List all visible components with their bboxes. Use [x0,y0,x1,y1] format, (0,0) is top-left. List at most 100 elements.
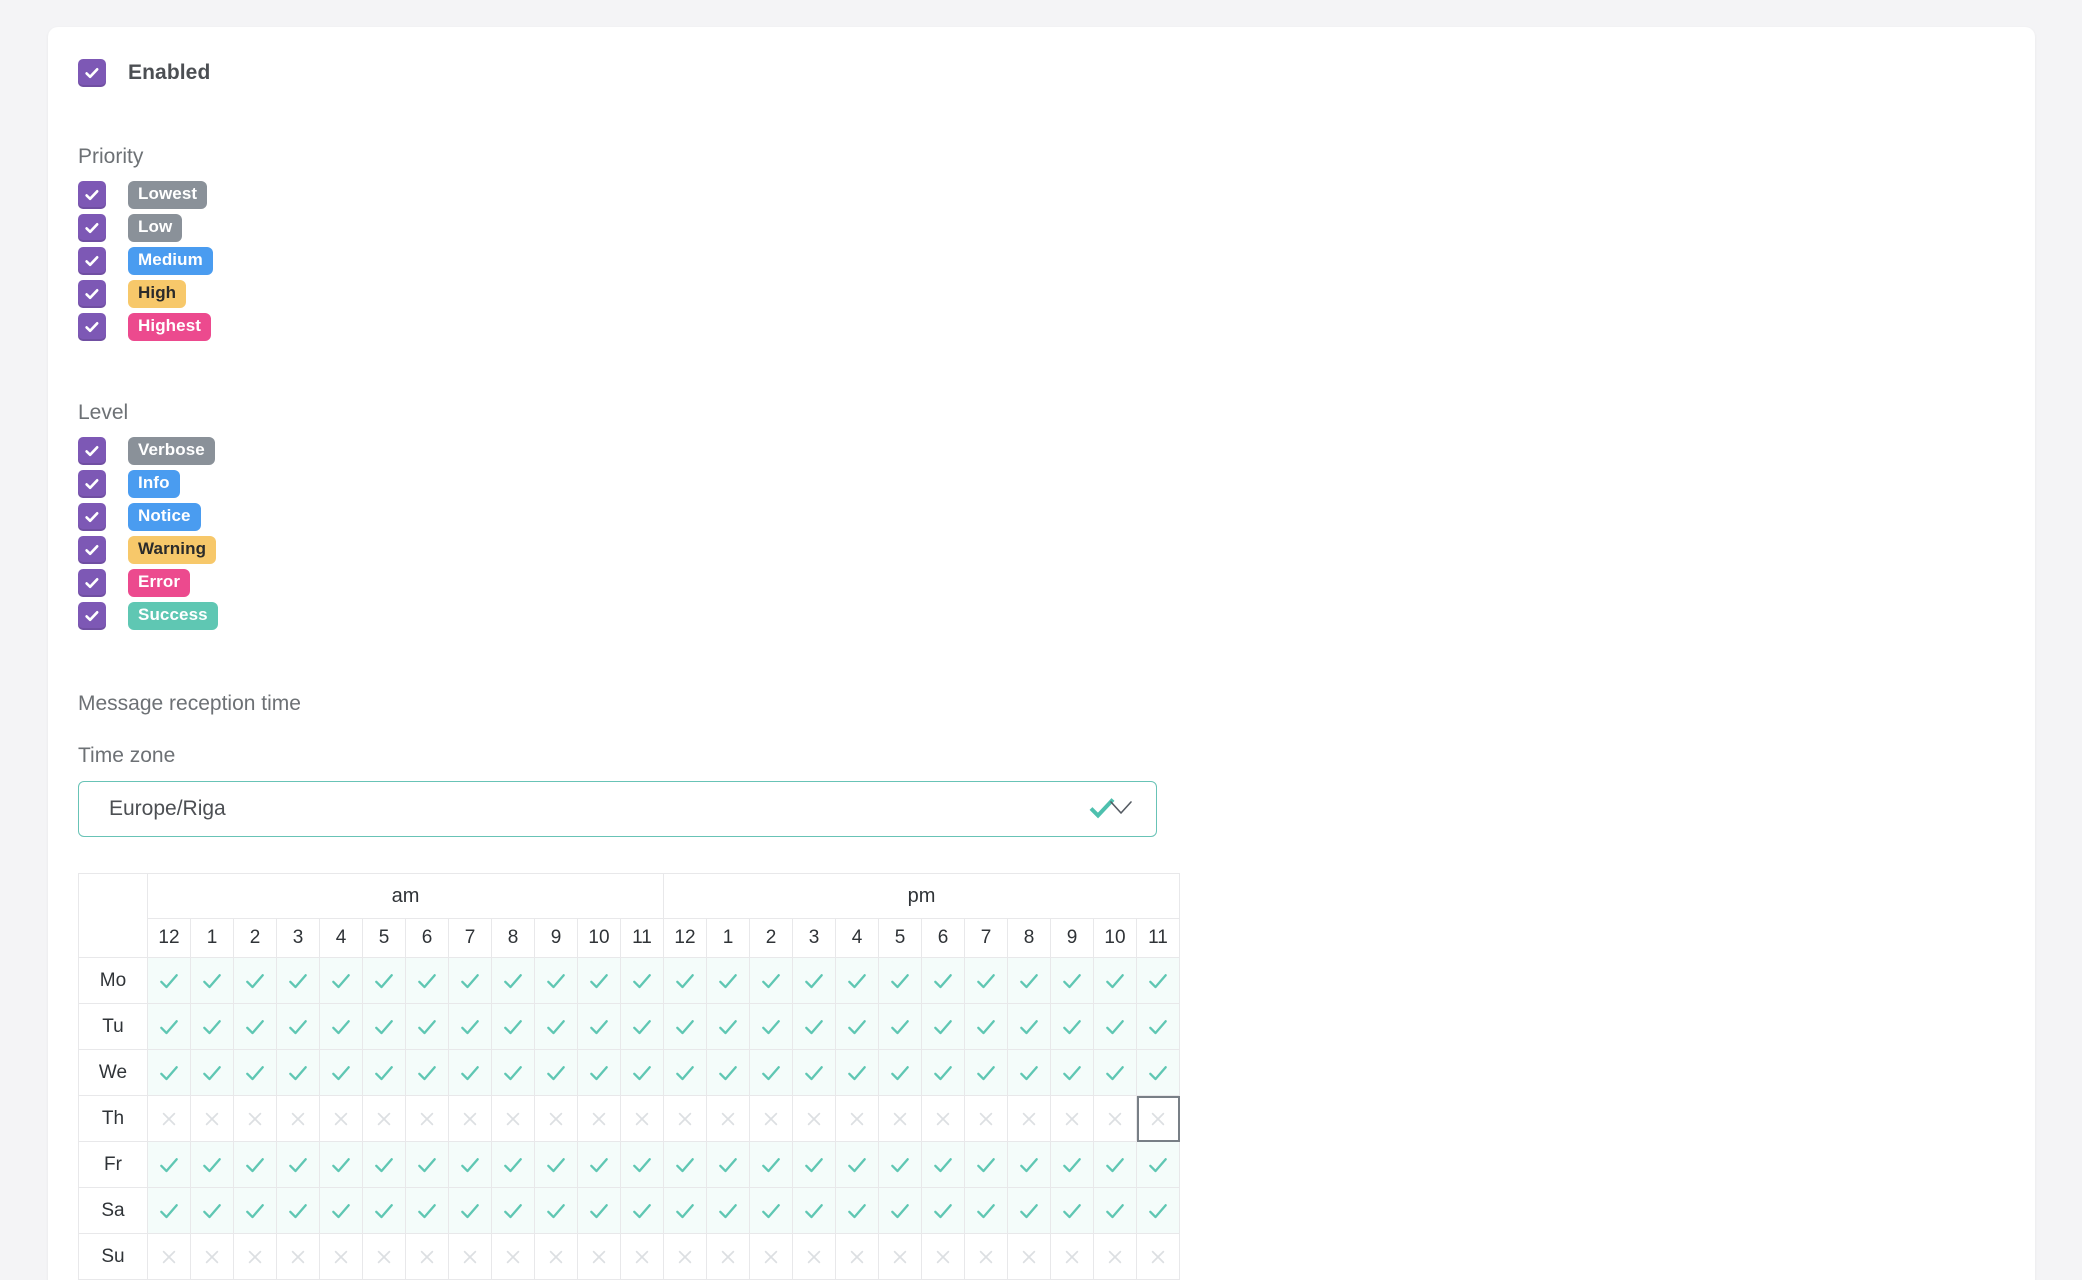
schedule-cell[interactable] [319,1187,363,1234]
level-checkbox[interactable] [78,602,106,630]
schedule-cell[interactable] [921,957,965,1004]
schedule-cell[interactable] [749,1233,793,1280]
schedule-cell[interactable] [491,1095,535,1142]
schedule-cell[interactable] [1050,957,1094,1004]
schedule-cell[interactable] [362,1049,406,1096]
enabled-checkbox[interactable] [78,59,106,87]
priority-badge[interactable]: Medium [128,247,213,275]
schedule-cell[interactable] [1093,957,1137,1004]
timezone-select[interactable]: Europe/Riga [78,781,1157,837]
schedule-cell[interactable] [964,1233,1008,1280]
priority-badge[interactable]: Highest [128,313,212,341]
schedule-cell[interactable] [362,1003,406,1050]
schedule-cell[interactable] [448,1003,492,1050]
schedule-cell[interactable] [405,1233,449,1280]
schedule-cell[interactable] [792,1187,836,1234]
schedule-cell[interactable] [276,1049,320,1096]
schedule-cell[interactable] [577,1233,621,1280]
schedule-cell[interactable] [362,957,406,1004]
schedule-cell[interactable] [190,957,234,1004]
enabled-row[interactable]: Enabled [78,59,2015,87]
schedule-cell[interactable] [835,1187,879,1234]
priority-checkbox[interactable] [78,280,106,308]
priority-badge[interactable]: High [128,280,187,308]
schedule-cell[interactable] [921,1141,965,1188]
schedule-cell[interactable] [749,957,793,1004]
schedule-cell[interactable] [577,1095,621,1142]
schedule-cell[interactable] [1050,1141,1094,1188]
schedule-cell[interactable] [405,1049,449,1096]
schedule-cell[interactable] [620,957,664,1004]
schedule-cell[interactable] [835,1049,879,1096]
option-row[interactable]: Info [78,468,2015,500]
schedule-cell[interactable] [921,1049,965,1096]
schedule-cell[interactable] [147,1049,191,1096]
schedule-cell[interactable] [706,1003,750,1050]
option-row[interactable]: Success [78,600,2015,632]
schedule-cell[interactable] [620,1049,664,1096]
level-checkbox[interactable] [78,437,106,465]
schedule-cell[interactable] [534,1187,578,1234]
option-row[interactable]: Low [78,212,2015,244]
level-checkbox[interactable] [78,470,106,498]
schedule-cell[interactable] [1050,1187,1094,1234]
schedule-cell[interactable] [534,957,578,1004]
schedule-cell[interactable] [362,1141,406,1188]
schedule-cell[interactable] [577,1049,621,1096]
schedule-cell[interactable] [405,1141,449,1188]
schedule-cell[interactable] [620,1095,664,1142]
schedule-cell[interactable] [1093,1049,1137,1096]
schedule-cell[interactable] [1007,1141,1051,1188]
priority-badge[interactable]: Lowest [128,181,208,209]
schedule-cell[interactable] [577,1003,621,1050]
schedule-cell[interactable] [964,1095,1008,1142]
option-row[interactable]: Verbose [78,435,2015,467]
schedule-row[interactable]: Mo [78,957,1180,1004]
schedule-cell[interactable] [792,1141,836,1188]
schedule-cell[interactable] [792,1003,836,1050]
schedule-cell[interactable] [534,1095,578,1142]
level-badge[interactable]: Error [128,569,191,597]
schedule-cell[interactable] [792,1233,836,1280]
schedule-cell[interactable] [749,1141,793,1188]
schedule-cell[interactable] [190,1187,234,1234]
schedule-cell[interactable] [964,1003,1008,1050]
schedule-cell[interactable] [878,957,922,1004]
schedule-cell[interactable] [878,1003,922,1050]
schedule-cell[interactable] [190,1003,234,1050]
schedule-cell[interactable] [1136,1141,1180,1188]
schedule-cell[interactable] [964,1187,1008,1234]
schedule-cell[interactable] [706,1187,750,1234]
schedule-cell[interactable] [1093,1187,1137,1234]
schedule-cell[interactable] [1093,1233,1137,1280]
level-badge[interactable]: Warning [128,536,217,564]
schedule-cell[interactable] [964,957,1008,1004]
schedule-cell[interactable] [319,1095,363,1142]
schedule-cell[interactable] [319,1233,363,1280]
schedule-cell[interactable] [1136,957,1180,1004]
schedule-cell[interactable] [663,957,707,1004]
schedule-cell[interactable] [233,1095,277,1142]
level-checkbox[interactable] [78,569,106,597]
schedule-cell[interactable] [1093,1141,1137,1188]
schedule-cell[interactable] [405,1095,449,1142]
schedule-cell[interactable] [147,1233,191,1280]
schedule-cell[interactable] [319,1049,363,1096]
schedule-cell[interactable] [921,1187,965,1234]
schedule-cell[interactable] [620,1233,664,1280]
schedule-cell[interactable] [792,957,836,1004]
schedule-cell[interactable] [276,1187,320,1234]
schedule-cell[interactable] [147,1141,191,1188]
schedule-cell[interactable] [405,1003,449,1050]
schedule-cell[interactable] [706,957,750,1004]
schedule-cell[interactable] [835,957,879,1004]
schedule-cell[interactable] [362,1187,406,1234]
schedule-cell[interactable] [835,1233,879,1280]
schedule-cell[interactable] [319,1003,363,1050]
schedule-cell[interactable] [233,1233,277,1280]
schedule-cell[interactable] [1050,1233,1094,1280]
schedule-cell[interactable] [147,1187,191,1234]
schedule-cell[interactable] [663,1141,707,1188]
schedule-cell[interactable] [964,1141,1008,1188]
schedule-cell[interactable] [663,1233,707,1280]
